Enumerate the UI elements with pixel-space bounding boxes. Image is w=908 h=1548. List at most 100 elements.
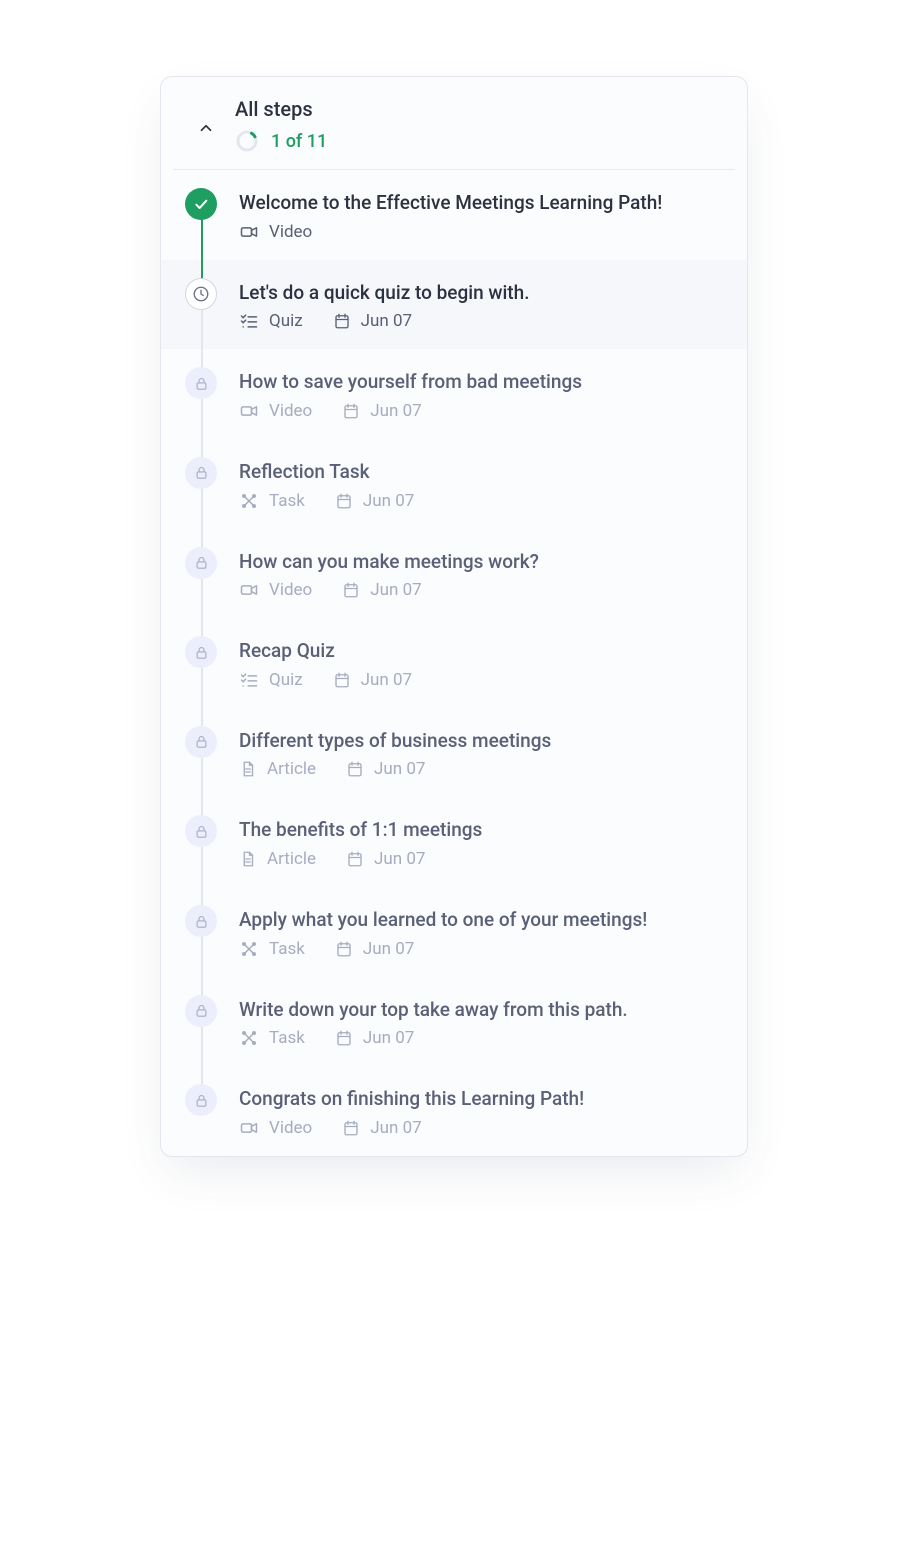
step-meta: Article Jun 07 bbox=[239, 759, 723, 779]
step-status-node bbox=[185, 726, 217, 758]
progress-ring-icon bbox=[235, 129, 259, 153]
step-item[interactable]: Different types of business meetings Arti… bbox=[161, 708, 747, 798]
quiz-icon bbox=[239, 311, 259, 331]
step-type: Task bbox=[269, 1028, 305, 1048]
step-item[interactable]: Congrats on finishing this Learning Path… bbox=[161, 1066, 747, 1156]
chevron-up-icon bbox=[197, 119, 215, 137]
step-title: Reflection Task bbox=[239, 459, 723, 485]
calendar-icon bbox=[335, 492, 353, 510]
step-status-node bbox=[185, 457, 217, 489]
lock-icon bbox=[194, 1093, 209, 1108]
step-meta: Quiz Jun 07 bbox=[239, 670, 723, 690]
step-type: Article bbox=[267, 849, 316, 869]
article-icon bbox=[239, 849, 257, 869]
steps-list: Welcome to the Effective Meetings Learni… bbox=[161, 170, 747, 1156]
lock-icon bbox=[194, 824, 209, 839]
step-meta: TaskJun 07 bbox=[239, 939, 723, 959]
step-meta: VideoJun 07 bbox=[239, 401, 723, 421]
step-date: Jun 07 bbox=[363, 491, 414, 511]
step-status-node bbox=[185, 995, 217, 1027]
step-meta: Quiz Jun 07 bbox=[239, 311, 723, 331]
step-type: Video bbox=[269, 580, 312, 600]
step-meta: VideoJun 07 bbox=[239, 580, 723, 600]
step-status-node bbox=[185, 188, 217, 220]
step-title: Different types of business meetings bbox=[239, 728, 723, 754]
calendar-icon bbox=[335, 1029, 353, 1047]
calendar-icon bbox=[333, 671, 351, 689]
step-status-node bbox=[185, 815, 217, 847]
step-type: Task bbox=[269, 491, 305, 511]
video-icon bbox=[239, 222, 259, 242]
calendar-icon bbox=[342, 1119, 360, 1137]
step-date: Jun 07 bbox=[363, 1028, 414, 1048]
step-title: Let's do a quick quiz to begin with. bbox=[239, 280, 723, 306]
step-type: Video bbox=[269, 401, 312, 421]
video-icon bbox=[239, 580, 259, 600]
learning-path-panel: All steps 1 of 11 Welcome to the Effecti… bbox=[160, 76, 748, 1157]
progress-row: 1 of 11 bbox=[235, 129, 711, 153]
task-icon bbox=[239, 491, 259, 511]
step-title: Recap Quiz bbox=[239, 638, 723, 664]
step-item[interactable]: Let's do a quick quiz to begin with. Quiz… bbox=[161, 260, 747, 350]
lock-icon bbox=[194, 555, 209, 570]
panel-title: All steps bbox=[235, 97, 711, 121]
step-title: How to save yourself from bad meetings bbox=[239, 369, 723, 395]
step-item[interactable]: Welcome to the Effective Meetings Learni… bbox=[161, 170, 747, 260]
step-status-node bbox=[185, 636, 217, 668]
step-title: Apply what you learned to one of your me… bbox=[239, 907, 723, 933]
calendar-icon bbox=[346, 760, 364, 778]
step-status-node bbox=[185, 547, 217, 579]
step-status-node bbox=[185, 1084, 217, 1116]
progress-text: 1 of 11 bbox=[271, 131, 327, 152]
step-status-node bbox=[185, 278, 217, 310]
lock-icon bbox=[194, 465, 209, 480]
step-type: Task bbox=[269, 939, 305, 959]
step-title: How can you make meetings work? bbox=[239, 549, 723, 575]
lock-icon bbox=[194, 1003, 209, 1018]
step-meta: VideoJun 07 bbox=[239, 1118, 723, 1138]
step-item[interactable]: How can you make meetings work? VideoJun … bbox=[161, 529, 747, 619]
clock-icon bbox=[192, 285, 210, 303]
step-type: Quiz bbox=[269, 311, 303, 331]
step-type: Article bbox=[267, 759, 316, 779]
calendar-icon bbox=[333, 312, 351, 330]
step-date: Jun 07 bbox=[361, 311, 412, 331]
step-type: Quiz bbox=[269, 670, 303, 690]
lock-icon bbox=[194, 645, 209, 660]
task-icon bbox=[239, 939, 259, 959]
step-item[interactable]: How to save yourself from bad meetings Vi… bbox=[161, 349, 747, 439]
step-date: Jun 07 bbox=[361, 670, 412, 690]
step-date: Jun 07 bbox=[374, 849, 425, 869]
step-title: Welcome to the Effective Meetings Learni… bbox=[239, 190, 723, 216]
step-title: Congrats on finishing this Learning Path… bbox=[239, 1086, 723, 1112]
lock-icon bbox=[194, 734, 209, 749]
step-item[interactable]: Reflection Task Task Jun 07 bbox=[161, 439, 747, 529]
step-item[interactable]: Write down your top take away from this … bbox=[161, 977, 747, 1067]
lock-icon bbox=[194, 914, 209, 929]
calendar-icon bbox=[346, 850, 364, 868]
video-icon bbox=[239, 401, 259, 421]
check-icon bbox=[193, 196, 209, 212]
step-date: Jun 07 bbox=[374, 759, 425, 779]
lock-icon bbox=[194, 376, 209, 391]
step-meta: Task Jun 07 bbox=[239, 1028, 723, 1048]
step-type: Video bbox=[269, 1118, 312, 1138]
calendar-icon bbox=[342, 581, 360, 599]
step-meta: Article Jun 07 bbox=[239, 849, 723, 869]
step-item[interactable]: The benefits of 1:1 meetings Article Jun 0… bbox=[161, 797, 747, 887]
step-item[interactable]: Apply what you learned to one of your me… bbox=[161, 887, 747, 977]
step-meta: Video bbox=[239, 222, 723, 242]
step-title: The benefits of 1:1 meetings bbox=[239, 817, 723, 843]
step-status-node bbox=[185, 367, 217, 399]
calendar-icon bbox=[335, 940, 353, 958]
article-icon bbox=[239, 759, 257, 779]
step-item[interactable]: Recap Quiz Quiz Jun 07 bbox=[161, 618, 747, 708]
step-meta: Task Jun 07 bbox=[239, 491, 723, 511]
step-status-node bbox=[185, 905, 217, 937]
step-title: Write down your top take away from this … bbox=[239, 997, 723, 1023]
video-icon bbox=[239, 1118, 259, 1138]
panel-header[interactable]: All steps 1 of 11 bbox=[173, 77, 735, 170]
task-icon bbox=[239, 1028, 259, 1048]
step-type: Video bbox=[269, 222, 312, 242]
calendar-icon bbox=[342, 402, 360, 420]
